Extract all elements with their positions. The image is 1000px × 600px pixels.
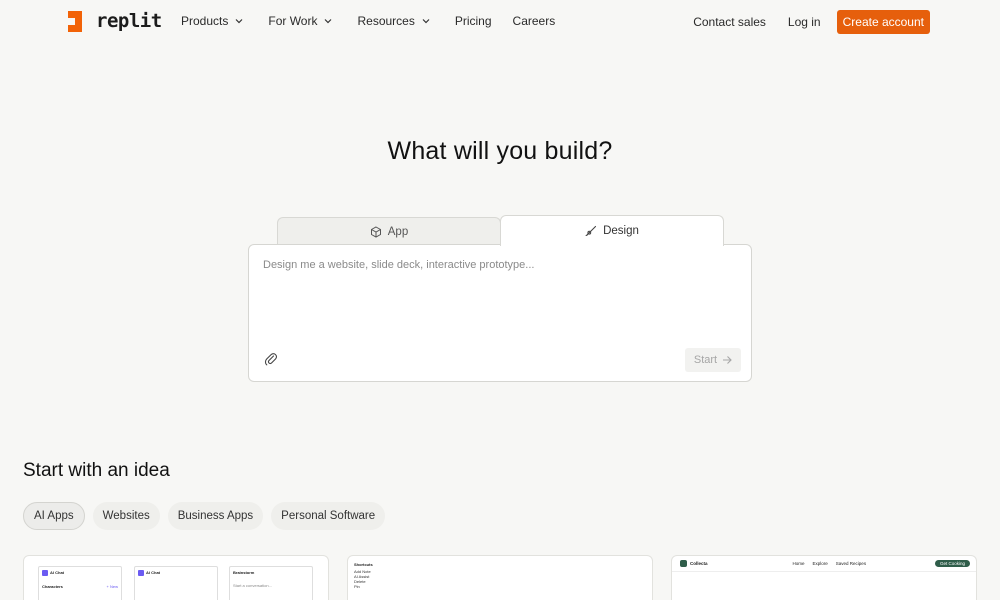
card-preview: Shortcuts Add Note AI Assist Delete Pin	[354, 562, 398, 589]
preview-cta: Get Cooking	[934, 560, 970, 567]
pill-personal-software[interactable]: Personal Software	[271, 502, 386, 530]
top-nav: replit Products For Work Resources Prici…	[0, 0, 1000, 44]
cube-icon	[370, 225, 381, 238]
card-preview: Collecta Home Explore Saved Recipes Get …	[672, 556, 976, 572]
preview-title: AI Chat	[146, 570, 160, 576]
preview-brand: Collecta	[690, 561, 708, 566]
nav-careers-label: Careers	[512, 14, 556, 28]
preview-link: Explore	[812, 561, 828, 566]
start-button-label: Start	[693, 354, 718, 366]
ideas-title: Start with an idea	[23, 460, 170, 481]
nav-actions: Contact sales Log in Create account	[693, 10, 930, 34]
nav-pricing-label: Pricing	[454, 14, 492, 28]
prompt-box: Start	[248, 244, 752, 382]
login-link[interactable]: Log in	[788, 15, 821, 29]
nav-resources[interactable]: Resources	[357, 14, 430, 28]
tab-app-label: App	[387, 225, 409, 238]
recipe-logo-icon	[680, 560, 687, 567]
chevron-down-icon	[235, 19, 243, 24]
preview-link: Home	[792, 561, 805, 566]
nav-pricing[interactable]: Pricing	[455, 14, 492, 28]
nav-for-work[interactable]: For Work	[268, 14, 333, 28]
idea-category-tabs: AI Apps Websites Business Apps Personal …	[23, 502, 386, 530]
replit-logo[interactable]: replit	[68, 10, 162, 32]
nav-products[interactable]: Products	[181, 14, 244, 28]
arrow-right-icon	[723, 356, 732, 364]
card-preview: AI Chat Characters + New	[38, 566, 122, 600]
pill-websites[interactable]: Websites	[92, 502, 160, 530]
preview-title: AI Chat	[50, 570, 64, 576]
logo-wordmark: replit	[96, 10, 162, 32]
create-account-button[interactable]: Create account	[836, 10, 930, 34]
preview-heading: Characters	[42, 584, 63, 589]
brush-icon	[585, 225, 597, 237]
replit-logo-icon	[68, 10, 88, 32]
chevron-down-icon	[325, 19, 332, 24]
card-preview: Brainstorm Start a conversation...	[229, 566, 313, 600]
idea-card-recipes[interactable]: Collecta Home Explore Saved Recipes Get …	[671, 555, 977, 600]
nav-menu: Products For Work Resources Pricing Care…	[181, 14, 555, 28]
preview-row: Pin	[354, 584, 360, 589]
idea-card-shortcuts[interactable]: Shortcuts Add Note AI Assist Delete Pin	[347, 555, 653, 600]
preview-link: Saved Recipes	[835, 561, 867, 566]
pill-business-apps[interactable]: Business Apps	[167, 502, 264, 530]
preview-hint: Start a conversation...	[233, 583, 272, 588]
hero-title: What will you build?	[387, 137, 613, 165]
nav-for-work-label: For Work	[268, 14, 318, 28]
pill-ai-apps[interactable]: AI Apps	[23, 502, 85, 530]
preview-title: Shortcuts	[354, 562, 373, 567]
nav-resources-label: Resources	[357, 14, 415, 28]
tab-design[interactable]: Design	[500, 215, 724, 246]
chevron-down-icon	[422, 19, 430, 24]
nav-careers[interactable]: Careers	[513, 14, 556, 28]
preview-new: + New	[106, 584, 118, 589]
start-button[interactable]: Start	[685, 348, 741, 372]
preview-heading: Brainstorm	[233, 570, 255, 575]
contact-sales-link[interactable]: Contact sales	[693, 15, 766, 29]
tab-app[interactable]: App	[277, 217, 501, 245]
nav-products-label: Products	[181, 14, 229, 28]
card-preview: AI Chat	[134, 566, 218, 600]
prompt-input[interactable]	[263, 259, 733, 339]
paperclip-icon[interactable]	[264, 352, 278, 366]
tab-design-label: Design	[603, 225, 639, 237]
idea-card-ai-chat[interactable]: AI Chat Characters + New AI Chat Brainst…	[23, 555, 329, 600]
